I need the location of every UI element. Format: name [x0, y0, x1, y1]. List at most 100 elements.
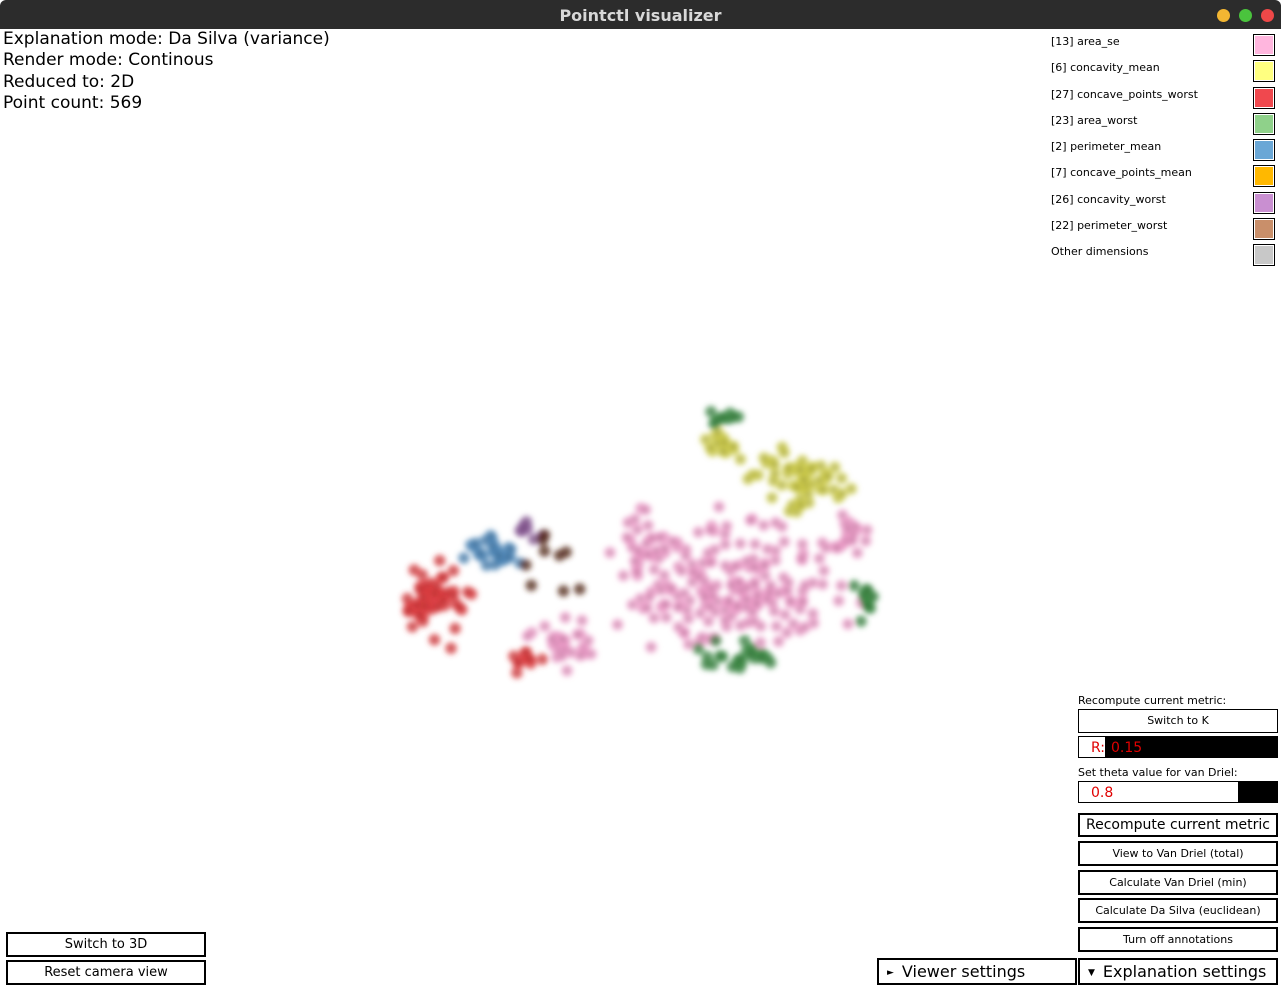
data-point-center [418, 614, 422, 618]
info-panel: Explanation mode: Da Silva (variance) Re… [3, 29, 330, 114]
data-point-center [807, 501, 811, 505]
data-point-center [723, 542, 727, 547]
data-point-center [489, 534, 493, 538]
legend-item: [22] perimeter_worst [1051, 217, 1276, 243]
legend-label: [22] perimeter_worst [1051, 219, 1168, 233]
data-point-center [783, 613, 787, 617]
data-point-center [800, 600, 805, 604]
data-point-center [441, 599, 445, 603]
data-point-center [542, 549, 547, 553]
data-point-center [524, 650, 528, 654]
legend-label: [27] concave_points_worst [1051, 87, 1198, 101]
scatter-points [401, 405, 880, 679]
data-point-center [700, 635, 704, 639]
data-point-center [819, 464, 823, 468]
data-point-center [871, 595, 875, 599]
data-point-center [671, 539, 675, 543]
data-point-center [743, 639, 747, 643]
data-point-center [509, 547, 513, 551]
legend-color-swatch[interactable] [1253, 218, 1275, 241]
legend-color-swatch[interactable] [1253, 112, 1275, 135]
data-point-center [817, 556, 822, 561]
switch-to-k-button[interactable]: Switch to K [1078, 709, 1278, 733]
minimize-button[interactable] [1217, 9, 1230, 22]
legend-color-swatch[interactable] [1253, 86, 1275, 109]
data-point-center [802, 478, 806, 482]
data-point-center [859, 619, 863, 623]
data-point-center [685, 608, 689, 612]
data-point-center [484, 563, 489, 568]
viewer-settings-label: Viewer settings [901, 962, 1026, 981]
data-point-center [422, 604, 426, 608]
data-point-center [506, 555, 510, 559]
legend-item: Other dimensions [1051, 243, 1276, 269]
recompute-metric-button[interactable]: Recompute current metric [1078, 813, 1278, 837]
view-van-driel-total-button[interactable]: View to Van Driel (total) [1078, 841, 1278, 866]
data-point-center [635, 528, 639, 532]
data-point-center [752, 582, 757, 586]
maximize-button[interactable] [1239, 9, 1252, 22]
data-point-center [704, 437, 708, 442]
data-point-center [524, 563, 528, 567]
data-point-center [812, 621, 816, 625]
viewer-settings-button[interactable]: ► Viewer settings [877, 958, 1077, 985]
data-point-center [787, 509, 791, 513]
data-point-center [803, 583, 807, 587]
data-point-center [822, 569, 826, 573]
data-point-center [721, 449, 725, 453]
data-point-center [745, 586, 749, 590]
data-point-center [759, 624, 763, 628]
switch-to-3d-button[interactable]: Switch to 3D [6, 932, 206, 957]
data-point-center [406, 609, 410, 613]
theta-input[interactable]: 0.8 [1078, 781, 1278, 803]
data-point-center [723, 532, 727, 536]
legend-color-swatch[interactable] [1253, 165, 1275, 188]
calculate-da-silva-euclidean-button[interactable]: Calculate Da Silva (euclidean) [1078, 898, 1278, 923]
point-count-text: Point count: 569 [3, 92, 143, 113]
data-point-center [561, 637, 565, 641]
r-input[interactable]: R: 0.15 [1078, 736, 1278, 758]
data-point-center [770, 496, 774, 500]
legend-color-swatch[interactable] [1253, 191, 1275, 214]
data-point-center [438, 559, 442, 563]
data-point-center [723, 441, 727, 445]
calculate-van-driel-min-button[interactable]: Calculate Van Driel (min) [1078, 870, 1278, 895]
legend-color-swatch[interactable] [1253, 244, 1275, 267]
data-point-center [636, 548, 640, 553]
data-point-center [811, 612, 815, 616]
turn-off-annotations-button[interactable]: Turn off annotations [1078, 927, 1278, 952]
data-point-center [762, 456, 766, 460]
data-point-center [649, 645, 653, 649]
reset-camera-view-button[interactable]: Reset camera view [6, 960, 206, 985]
data-point-center [690, 562, 694, 566]
data-point-center [840, 476, 844, 480]
data-point-center [662, 546, 667, 550]
data-point-center [516, 661, 520, 665]
data-point-center [730, 665, 735, 669]
data-point-center [730, 583, 734, 587]
legend-color-swatch[interactable] [1253, 60, 1275, 83]
data-point-center [762, 564, 767, 568]
legend-color-swatch[interactable] [1253, 139, 1275, 162]
legend-item: [27] concave_points_worst [1051, 86, 1276, 112]
legend-label: [6] concavity_mean [1051, 61, 1160, 75]
data-point-center [405, 597, 409, 601]
explanation-settings-button[interactable]: ▼ Explanation settings [1078, 958, 1278, 985]
data-point-center [837, 599, 841, 603]
data-point-center [698, 611, 702, 615]
data-point-center [436, 605, 440, 609]
data-point-center [717, 505, 721, 509]
data-point-center [835, 546, 839, 550]
data-point-center [714, 639, 718, 643]
data-point-center [457, 605, 461, 609]
close-button[interactable] [1261, 9, 1274, 22]
legend-label: [7] concave_points_mean [1051, 166, 1192, 180]
theta-label: Set theta value for van Driel: [1078, 766, 1238, 779]
data-point-center [652, 567, 656, 572]
data-point-center [525, 634, 530, 638]
data-point-center [474, 541, 478, 545]
legend-color-swatch[interactable] [1253, 34, 1275, 56]
data-point-center [769, 661, 773, 665]
data-point-center [646, 523, 650, 528]
legend-item: [23] area_worst [1051, 112, 1276, 138]
